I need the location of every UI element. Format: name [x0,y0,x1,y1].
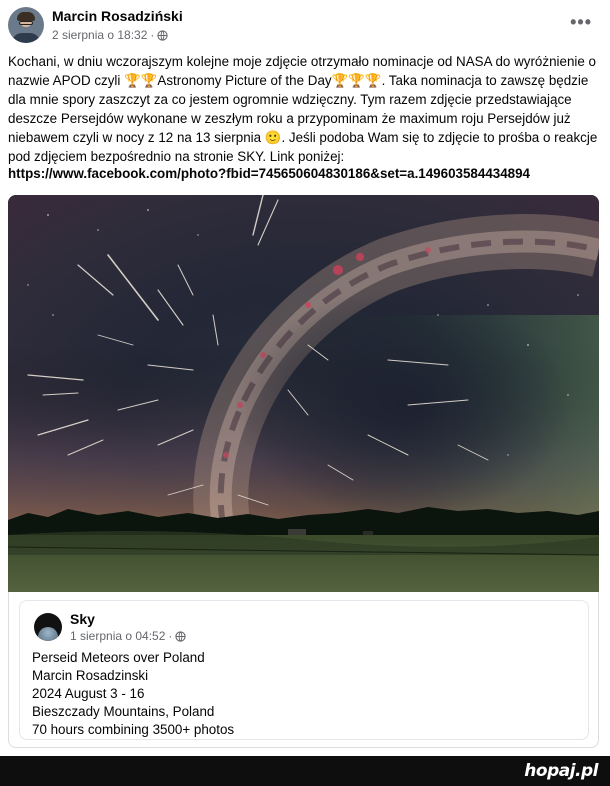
watermark-bar: hopaj.pl [0,756,610,786]
meta-separator: · [150,28,155,42]
post-text: Kochani, w dniu wczorajszym kolejne moje… [8,54,598,164]
meta-separator: · [168,629,173,643]
watermark-logo: hopaj.pl [524,761,598,781]
shared-post-inner: Sky 1 sierpnia o 04:52 · Perseid Meteors… [19,600,589,740]
post-meta: 2 sierpnia o 18:32 · [52,28,169,42]
facebook-post: Marcin Rosadziński 2 sierpnia o 18:32 · … [0,0,610,756]
post-photo[interactable] [8,195,599,592]
shared-post-card[interactable]: Sky 1 sierpnia o 04:52 · Perseid Meteors… [8,592,599,748]
post-date[interactable]: 2 sierpnia o 18:32 [52,28,147,42]
shared-post-text: Perseid Meteors over Poland Marcin Rosad… [32,649,234,739]
more-options-icon[interactable]: ••• [570,12,592,33]
shared-line: 70 hours combining 3500+ photos [32,722,235,737]
shared-post-meta: 1 sierpnia o 04:52 · [70,629,187,643]
sky-page-name[interactable]: Sky [70,611,95,627]
shared-post-date[interactable]: 1 sierpnia o 04:52 [70,629,165,643]
author-name[interactable]: Marcin Rosadziński [52,8,183,24]
shared-line: 2024 August 3 - 16 [32,686,145,701]
shared-line: Bieszczady Mountains, Poland [32,704,215,719]
sky-page-avatar[interactable] [34,613,62,641]
author-avatar[interactable] [8,7,44,43]
globe-icon [175,630,187,642]
post-link[interactable]: https://www.facebook.com/photo?fbid=7456… [8,166,530,181]
meteor-night-sky-image [8,195,599,592]
post-header: Marcin Rosadziński 2 sierpnia o 18:32 · … [8,6,602,46]
shared-line: Marcin Rosadzinski [32,668,149,683]
globe-icon [157,29,169,41]
shared-line: Perseid Meteors over Poland [32,650,205,665]
